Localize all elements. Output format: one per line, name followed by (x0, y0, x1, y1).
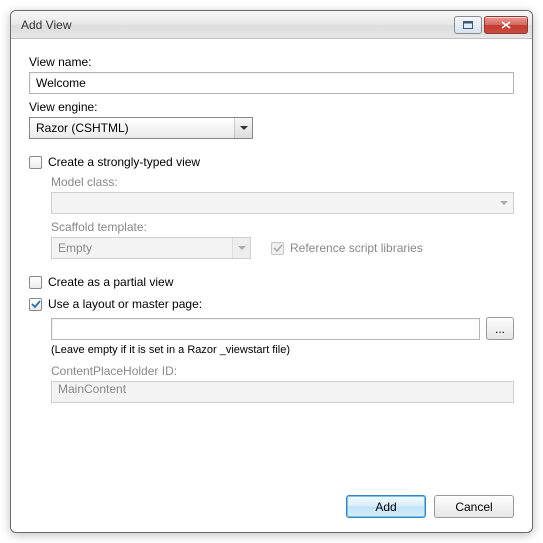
view-engine-value: Razor (CSHTML) (36, 121, 246, 135)
layout-path-input[interactable] (51, 318, 480, 340)
scaffold-template-dropdown: Empty (51, 237, 251, 259)
chevron-down-icon (234, 118, 252, 138)
partial-view-label: Create as a partial view (48, 275, 173, 289)
reference-libs-label: Reference script libraries (290, 241, 423, 255)
use-layout-checkbox[interactable] (29, 298, 42, 311)
chevron-down-icon (495, 193, 513, 213)
strongly-typed-row[interactable]: Create a strongly-typed view (29, 155, 514, 169)
partial-view-checkbox[interactable] (29, 276, 42, 289)
check-icon (273, 243, 283, 253)
add-button[interactable]: Add (346, 495, 426, 518)
scaffold-template-value: Empty (58, 241, 244, 255)
view-name-input[interactable] (29, 72, 514, 94)
use-layout-row[interactable]: Use a layout or master page: (29, 297, 514, 311)
cph-id-input: MainContent (51, 381, 514, 403)
dialog-window: Add View View name: View engine: Razor (… (10, 10, 533, 533)
maximize-button[interactable] (454, 16, 482, 34)
cancel-button[interactable]: Cancel (434, 495, 514, 518)
browse-button[interactable]: ... (486, 317, 514, 340)
layout-hint: (Leave empty if it is set in a Razor _vi… (51, 344, 514, 356)
use-layout-label: Use a layout or master page: (48, 297, 202, 311)
chevron-down-icon (232, 238, 250, 258)
ellipsis-icon: ... (495, 322, 505, 336)
view-engine-label: View engine: (29, 100, 514, 114)
scaffold-template-label: Scaffold template: (51, 220, 514, 234)
cph-id-value: MainContent (58, 382, 126, 396)
view-name-label: View name: (29, 55, 514, 69)
check-icon (31, 299, 41, 309)
reference-libs-checkbox (271, 242, 284, 255)
partial-view-row[interactable]: Create as a partial view (29, 275, 514, 289)
strongly-typed-label: Create a strongly-typed view (48, 155, 200, 169)
maximize-icon (463, 21, 473, 29)
dialog-footer: Add Cancel (29, 483, 514, 518)
model-class-label: Model class: (51, 175, 514, 189)
close-button[interactable] (484, 16, 528, 34)
close-icon (501, 21, 511, 29)
model-class-dropdown (51, 192, 514, 214)
cph-id-label: ContentPlaceHolder ID: (51, 364, 514, 378)
view-engine-dropdown[interactable]: Razor (CSHTML) (29, 117, 253, 139)
strongly-typed-checkbox[interactable] (29, 156, 42, 169)
dialog-body: View name: View engine: Razor (CSHTML) C… (11, 39, 532, 532)
title-bar: Add View (11, 11, 532, 39)
window-title: Add View (21, 18, 452, 32)
